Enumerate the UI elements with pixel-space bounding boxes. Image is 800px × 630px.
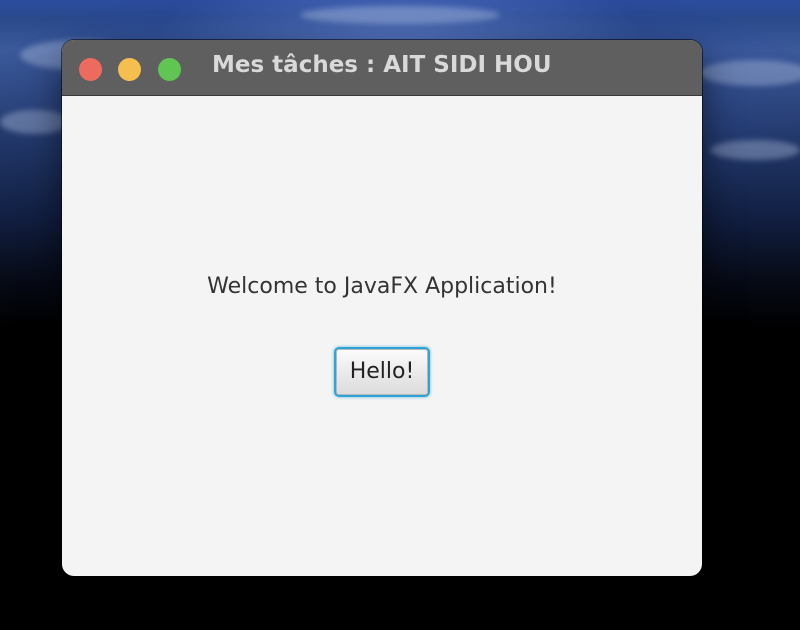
wallpaper-cloud	[700, 60, 800, 86]
wallpaper-cloud	[0, 110, 70, 134]
window-content: Welcome to JavaFX Application! Hello!	[62, 96, 702, 576]
welcome-label: Welcome to JavaFX Application!	[207, 274, 557, 299]
app-window: Mes tâches : AIT SIDI HOU Welcome to Jav…	[62, 40, 702, 576]
window-titlebar[interactable]: Mes tâches : AIT SIDI HOU	[62, 40, 702, 96]
window-title: Mes tâches : AIT SIDI HOU	[212, 52, 552, 78]
close-window-button[interactable]	[79, 58, 102, 81]
hello-button[interactable]: Hello!	[334, 347, 430, 397]
wallpaper-cloud	[300, 6, 500, 24]
wallpaper-cloud	[710, 140, 800, 160]
zoom-window-button[interactable]	[158, 58, 181, 81]
minimize-window-button[interactable]	[118, 58, 141, 81]
